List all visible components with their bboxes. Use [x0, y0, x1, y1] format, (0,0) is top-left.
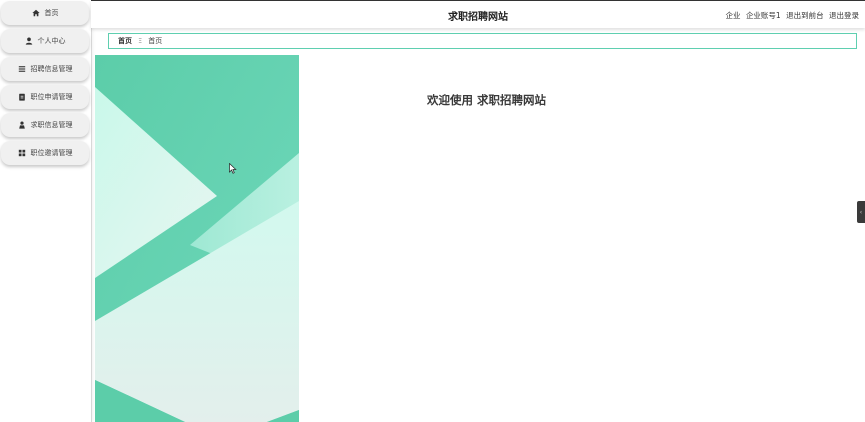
user-menu: 企业 企业账号1 退出到前台 退出登录 [723, 10, 859, 21]
sidebar-item-home[interactable]: 首页 [1, 1, 89, 25]
decorative-banner [95, 55, 299, 422]
sidebar-item-label: 个人中心 [37, 37, 66, 45]
side-collapse-tab[interactable]: ‹ [857, 201, 865, 223]
sidebar-item-job-seeker-info[interactable]: 求职信息管理 [1, 113, 89, 137]
banner-graphic [95, 55, 299, 422]
user-icon [25, 37, 33, 45]
account-name: 企业账号1 [745, 11, 781, 20]
top-bar: 求职招聘网站 企业 企业账号1 退出到前台 退出登录 [91, 0, 865, 28]
mouse-cursor-icon [229, 159, 237, 174]
logout-link[interactable]: 退出登录 [829, 11, 859, 20]
breadcrumb-home-link[interactable]: 首页 [118, 37, 132, 45]
list-icon [18, 65, 26, 73]
breadcrumb-separator: Ξ [138, 38, 143, 45]
breadcrumb: 首页 Ξ 首页 [108, 33, 857, 49]
welcome-message: 欢迎使用 求职招聘网站 [427, 93, 547, 107]
chevron-left-icon: ‹ [859, 208, 863, 216]
sidebar-item-personal-center[interactable]: 个人中心 [1, 29, 89, 53]
grid-icon [18, 149, 26, 157]
breadcrumb-current: 首页 [148, 37, 163, 45]
sidebar-item-label: 职位邀请管理 [30, 149, 73, 157]
sidebar-item-recruitment-info[interactable]: 招聘信息管理 [1, 57, 89, 81]
sidebar: 首页 个人中心 招聘信息管理 职位申请管理 求职信息管理 职位邀请管理 [0, 0, 92, 422]
sidebar-item-label: 首页 [44, 9, 59, 17]
sidebar-item-job-application[interactable]: 职位申请管理 [1, 85, 89, 109]
clipboard-icon [18, 93, 26, 101]
user-role: 企业 [725, 11, 741, 20]
sidebar-item-label: 招聘信息管理 [30, 65, 73, 73]
sidebar-item-label: 职位申请管理 [30, 93, 73, 101]
home-icon [31, 9, 40, 17]
sidebar-item-label: 求职信息管理 [30, 121, 73, 129]
person-icon [18, 121, 26, 129]
back-to-front-link[interactable]: 退出到前台 [786, 11, 824, 20]
sidebar-item-job-invitation[interactable]: 职位邀请管理 [1, 141, 89, 165]
